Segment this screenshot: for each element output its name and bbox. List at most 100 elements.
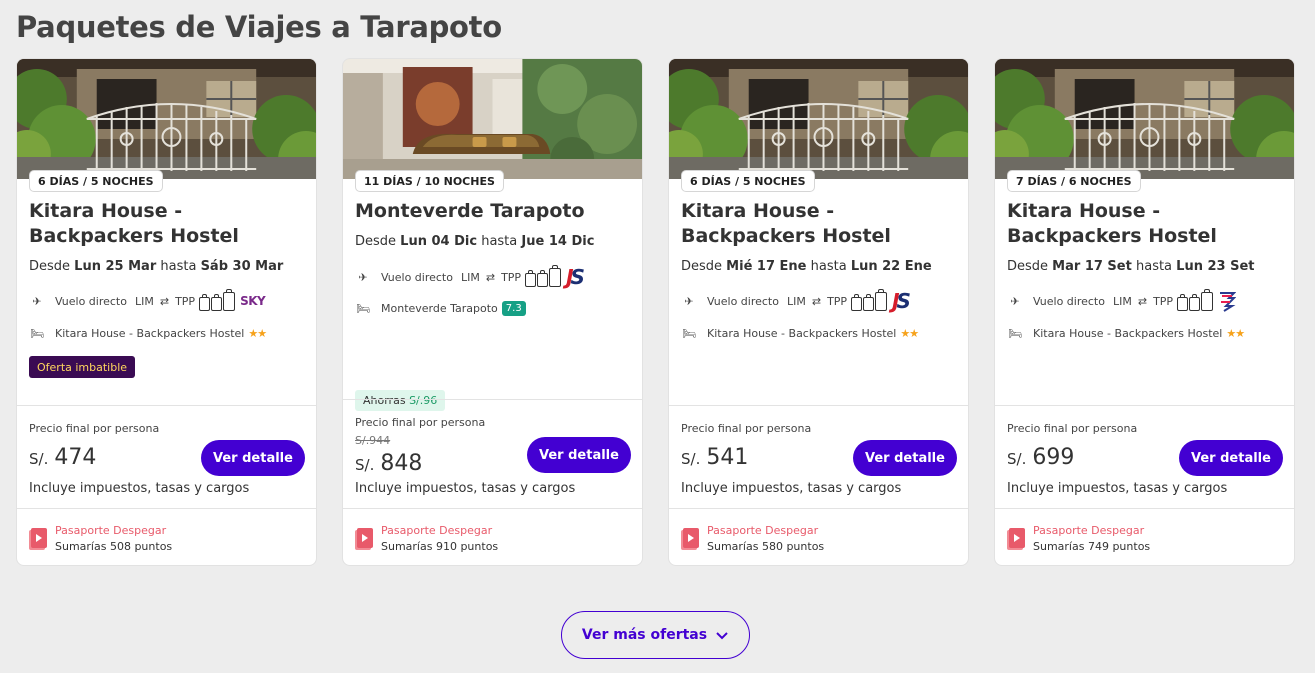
date-from: Lun 25 Mar	[74, 259, 157, 274]
package-card[interactable]: 11 DÍAS / 10 NOCHES Monteverde Tarapoto …	[342, 58, 643, 566]
hotel-name[interactable]: Kitara House - Backpackers Hostel	[681, 199, 961, 249]
hotel-photo[interactable]	[17, 59, 316, 179]
date-to: Jue 14 Dic	[521, 234, 595, 249]
personal-item-icon	[199, 293, 211, 311]
price-currency: S/.	[681, 450, 701, 468]
flight-label: Vuelo directo	[381, 270, 453, 284]
flight-row: ✈ Vuelo directo LIM ⇄ TPP	[1007, 288, 1237, 313]
airline-logo-icon: SKY	[240, 294, 266, 308]
price-amount: 474	[54, 445, 97, 470]
lodging-name: Kitara House - Backpackers Hostel	[707, 326, 897, 340]
price-currency: S/.	[29, 450, 49, 468]
passport-icon	[29, 528, 47, 550]
date-to: Lun 22 Ene	[850, 259, 932, 274]
flight-label: Vuelo directo	[707, 294, 779, 308]
divider	[17, 508, 316, 509]
taxes-note: Incluye impuestos, tasas y cargos	[29, 481, 250, 496]
travel-dates: Desde Mié 17 Ene hasta Lun 22 Ene	[681, 259, 932, 274]
checked-bag-icon	[1201, 288, 1214, 311]
travel-dates: Desde Mar 17 Set hasta Lun 23 Set	[1007, 259, 1255, 274]
passport-name: Pasaporte Despegar	[707, 524, 819, 537]
passport-points: Sumarías 580 puntos	[707, 540, 825, 553]
carry-on-icon	[863, 293, 875, 311]
dates-prefix: Desde	[1007, 259, 1049, 274]
package-card[interactable]: 7 DÍAS / 6 NOCHES Kitara House - Backpac…	[994, 58, 1295, 566]
hotel-photo[interactable]	[343, 59, 642, 179]
lodging-name: Kitara House - Backpackers Hostel	[55, 326, 245, 340]
passport-points: Sumarías 508 puntos	[55, 540, 173, 553]
lodging-row: 🛏 Kitara House - Backpackers Hostel ★★	[29, 321, 267, 345]
chevron-down-icon	[716, 631, 728, 639]
savings-label: Ahorras	[363, 394, 406, 407]
lodging-name: Kitara House - Backpackers Hostel	[1033, 326, 1223, 340]
divider	[17, 405, 316, 406]
price-label: Precio final por persona	[29, 422, 160, 435]
passport-icon	[355, 528, 373, 550]
price-amount: 699	[1032, 445, 1075, 470]
ver-detalle-button[interactable]: Ver detalle	[1179, 440, 1283, 476]
rating-badge: 7.3	[501, 300, 526, 316]
airline-logo-icon	[1220, 292, 1237, 312]
baggage-icons	[199, 288, 236, 311]
old-price: S/.944	[355, 434, 391, 447]
savings-badge: Ahorras S/.96	[355, 390, 446, 411]
flight-origin: LIM	[1112, 294, 1132, 308]
plane-icon: ✈	[684, 294, 694, 308]
hotel-photo[interactable]	[995, 59, 1294, 179]
bed-icon: 🛏	[682, 326, 696, 340]
taxes-note: Incluye impuestos, tasas y cargos	[681, 481, 902, 496]
carry-on-icon	[211, 293, 223, 311]
price-label: Precio final por persona	[355, 416, 486, 429]
date-to: Lun 23 Set	[1176, 259, 1255, 274]
flight-origin: LIM	[460, 270, 480, 284]
personal-item-icon	[1177, 293, 1189, 311]
package-card[interactable]: 6 DÍAS / 5 NOCHES Kitara House - Backpac…	[16, 58, 317, 566]
flight-label: Vuelo directo	[1033, 294, 1105, 308]
ver-detalle-button[interactable]: Ver detalle	[527, 437, 631, 473]
passport-name: Pasaporte Despegar	[1033, 524, 1145, 537]
duration-badge: 6 DÍAS / 5 NOCHES	[29, 170, 163, 192]
airline-logo-icon: JS	[892, 289, 911, 313]
checked-bag-icon	[549, 264, 562, 287]
round-trip-icon: ⇄	[811, 294, 822, 308]
carry-on-icon	[537, 269, 549, 287]
airline-logo-icon: JS	[566, 265, 585, 289]
taxes-note: Incluye impuestos, tasas y cargos	[355, 481, 576, 496]
lodging-name: Monteverde Tarapoto	[381, 301, 498, 315]
divider	[995, 508, 1294, 509]
round-trip-icon: ⇄	[485, 270, 496, 284]
price-amount: 848	[380, 451, 423, 476]
ver-detalle-button[interactable]: Ver detalle	[201, 440, 305, 476]
divider	[669, 405, 968, 406]
hotel-name[interactable]: Monteverde Tarapoto	[355, 199, 635, 224]
bed-icon: 🛏	[30, 326, 44, 340]
flight-destination: TPP	[175, 294, 196, 308]
passport-points: Sumarías 910 puntos	[381, 540, 499, 553]
hotel-name[interactable]: Kitara House - Backpackers Hostel	[29, 199, 309, 249]
baggage-icons	[851, 288, 888, 311]
dates-middle: hasta	[810, 259, 847, 274]
duration-badge: 11 DÍAS / 10 NOCHES	[355, 170, 504, 192]
personal-item-icon	[851, 293, 863, 311]
lodging-row: 🛏 Kitara House - Backpackers Hostel ★★	[1007, 321, 1245, 345]
passport-icon	[1007, 528, 1025, 550]
hotel-photo[interactable]	[669, 59, 968, 179]
price: S/. 848	[355, 451, 422, 476]
passport-icon	[681, 528, 699, 550]
ver-mas-ofertas-button[interactable]: Ver más ofertas	[561, 611, 750, 659]
price-label: Precio final por persona	[1007, 422, 1138, 435]
flight-origin: LIM	[786, 294, 806, 308]
dates-prefix: Desde	[29, 259, 71, 274]
passport-points: Sumarías 749 puntos	[1033, 540, 1151, 553]
ver-detalle-button[interactable]: Ver detalle	[853, 440, 957, 476]
hotel-name[interactable]: Kitara House - Backpackers Hostel	[1007, 199, 1287, 249]
taxes-note: Incluye impuestos, tasas y cargos	[1007, 481, 1228, 496]
flight-label: Vuelo directo	[55, 294, 127, 308]
dates-middle: hasta	[1135, 259, 1173, 274]
package-card[interactable]: 6 DÍAS / 5 NOCHES Kitara House - Backpac…	[668, 58, 969, 566]
plane-icon: ✈	[358, 270, 368, 284]
passport-name: Pasaporte Despegar	[55, 524, 167, 537]
divider	[669, 508, 968, 509]
flight-destination: TPP	[501, 270, 522, 284]
duration-badge: 6 DÍAS / 5 NOCHES	[681, 170, 815, 192]
